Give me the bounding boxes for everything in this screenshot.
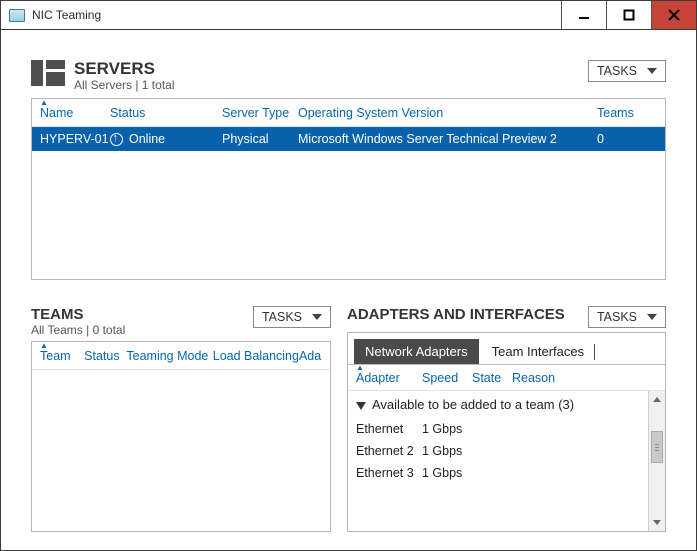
servers-header: SERVERS All Servers | 1 total TASKS xyxy=(31,60,666,92)
servers-icon xyxy=(31,60,66,88)
col-lb[interactable]: Load Balancing xyxy=(213,349,299,363)
app-icon xyxy=(9,9,25,22)
col-status[interactable]: Status xyxy=(110,106,222,120)
teams-column-headers: Team Status Teaming Mode Load Balancing … xyxy=(32,342,330,370)
col-adapter[interactable]: Adapter xyxy=(356,371,422,385)
tasks-label: TASKS xyxy=(597,64,637,78)
server-type: Physical xyxy=(222,132,298,146)
adapter-name: Ethernet 3 xyxy=(356,466,422,480)
server-os: Microsoft Windows Server Technical Previ… xyxy=(298,132,597,146)
teams-title: TEAMS xyxy=(31,306,253,323)
servers-column-headers: Name Status Server Type Operating System… xyxy=(32,99,665,127)
close-icon xyxy=(668,9,680,21)
adapters-title: ADAPTERS AND INTERFACES xyxy=(347,306,588,323)
server-status: Online xyxy=(110,132,222,146)
caret-down-icon xyxy=(647,314,657,320)
teams-grid: Team Status Teaming Mode Load Balancing … xyxy=(31,341,331,532)
col-state[interactable]: State xyxy=(472,371,512,385)
adapters-panel: Network Adapters Team Interfaces Adapter… xyxy=(347,332,666,532)
adapters-scrollbar[interactable] xyxy=(648,391,665,531)
adapters-tabs: Network Adapters Team Interfaces xyxy=(348,333,665,365)
server-status-text: Online xyxy=(129,132,165,146)
scroll-thumb[interactable] xyxy=(651,431,663,463)
servers-subtitle: All Servers | 1 total xyxy=(74,78,588,92)
adapter-name: Ethernet xyxy=(356,422,422,436)
teams-tasks-button[interactable]: TASKS xyxy=(253,306,331,328)
adapters-header: ADAPTERS AND INTERFACES TASKS xyxy=(347,306,666,328)
servers-tasks-button[interactable]: TASKS xyxy=(588,60,666,82)
adapter-row[interactable]: Ethernet 1 Gbps xyxy=(356,418,640,440)
adapter-row[interactable]: Ethernet 2 1 Gbps xyxy=(356,440,640,462)
teams-empty-area xyxy=(32,370,330,531)
adapters-tasks-button[interactable]: TASKS xyxy=(588,306,666,328)
col-teams[interactable]: Teams xyxy=(597,106,657,120)
col-adapters[interactable]: Adapters xyxy=(299,349,322,363)
tasks-label: TASKS xyxy=(262,310,302,324)
teams-header: TEAMS All Teams | 0 total TASKS xyxy=(31,306,331,337)
adapter-speed: 1 Gbps xyxy=(422,444,472,458)
tab-network-adapters[interactable]: Network Adapters xyxy=(354,339,479,364)
col-type[interactable]: Server Type xyxy=(222,106,298,120)
tasks-label: TASKS xyxy=(597,310,637,324)
col-mode[interactable]: Teaming Mode xyxy=(126,349,212,363)
window-title: NIC Teaming xyxy=(32,8,561,22)
teams-subtitle: All Teams | 0 total xyxy=(31,323,253,337)
adapter-group[interactable]: Available to be added to a team (3) xyxy=(356,391,640,418)
status-up-icon xyxy=(110,133,123,146)
servers-grid: Name Status Server Type Operating System… xyxy=(31,98,666,280)
adapters-column-headers: Adapter Speed State Reason xyxy=(348,365,665,391)
maximize-button[interactable] xyxy=(606,1,651,29)
col-name[interactable]: Name xyxy=(40,106,110,120)
servers-title: SERVERS xyxy=(74,60,588,78)
server-row[interactable]: HYPERV-01 Online Physical Microsoft Wind… xyxy=(32,127,665,151)
minimize-button[interactable] xyxy=(561,1,606,29)
collapse-icon xyxy=(356,402,366,410)
col-status[interactable]: Status xyxy=(84,349,126,363)
caret-down-icon xyxy=(647,68,657,74)
adapter-name: Ethernet 2 xyxy=(356,444,422,458)
server-name: HYPERV-01 xyxy=(40,132,110,146)
minimize-icon xyxy=(578,9,590,21)
server-teams: 0 xyxy=(597,132,657,146)
adapter-speed: 1 Gbps xyxy=(422,466,472,480)
col-speed[interactable]: Speed xyxy=(422,371,472,385)
titlebar: NIC Teaming xyxy=(0,0,697,30)
col-os[interactable]: Operating System Version xyxy=(298,106,597,120)
maximize-icon xyxy=(623,9,635,21)
scroll-up-icon[interactable] xyxy=(649,391,665,408)
adapter-group-label: Available to be added to a team (3) xyxy=(372,397,574,412)
adapters-list: Available to be added to a team (3) Ethe… xyxy=(348,391,648,531)
window-controls xyxy=(561,1,696,29)
scroll-down-icon[interactable] xyxy=(649,514,665,531)
servers-empty-area xyxy=(32,151,665,279)
close-button[interactable] xyxy=(651,1,696,29)
col-team[interactable]: Team xyxy=(40,349,84,363)
adapter-row[interactable]: Ethernet 3 1 Gbps xyxy=(356,462,640,484)
adapter-speed: 1 Gbps xyxy=(422,422,472,436)
tab-team-interfaces[interactable]: Team Interfaces xyxy=(481,339,596,364)
col-reason[interactable]: Reason xyxy=(512,371,657,385)
caret-down-icon xyxy=(312,314,322,320)
